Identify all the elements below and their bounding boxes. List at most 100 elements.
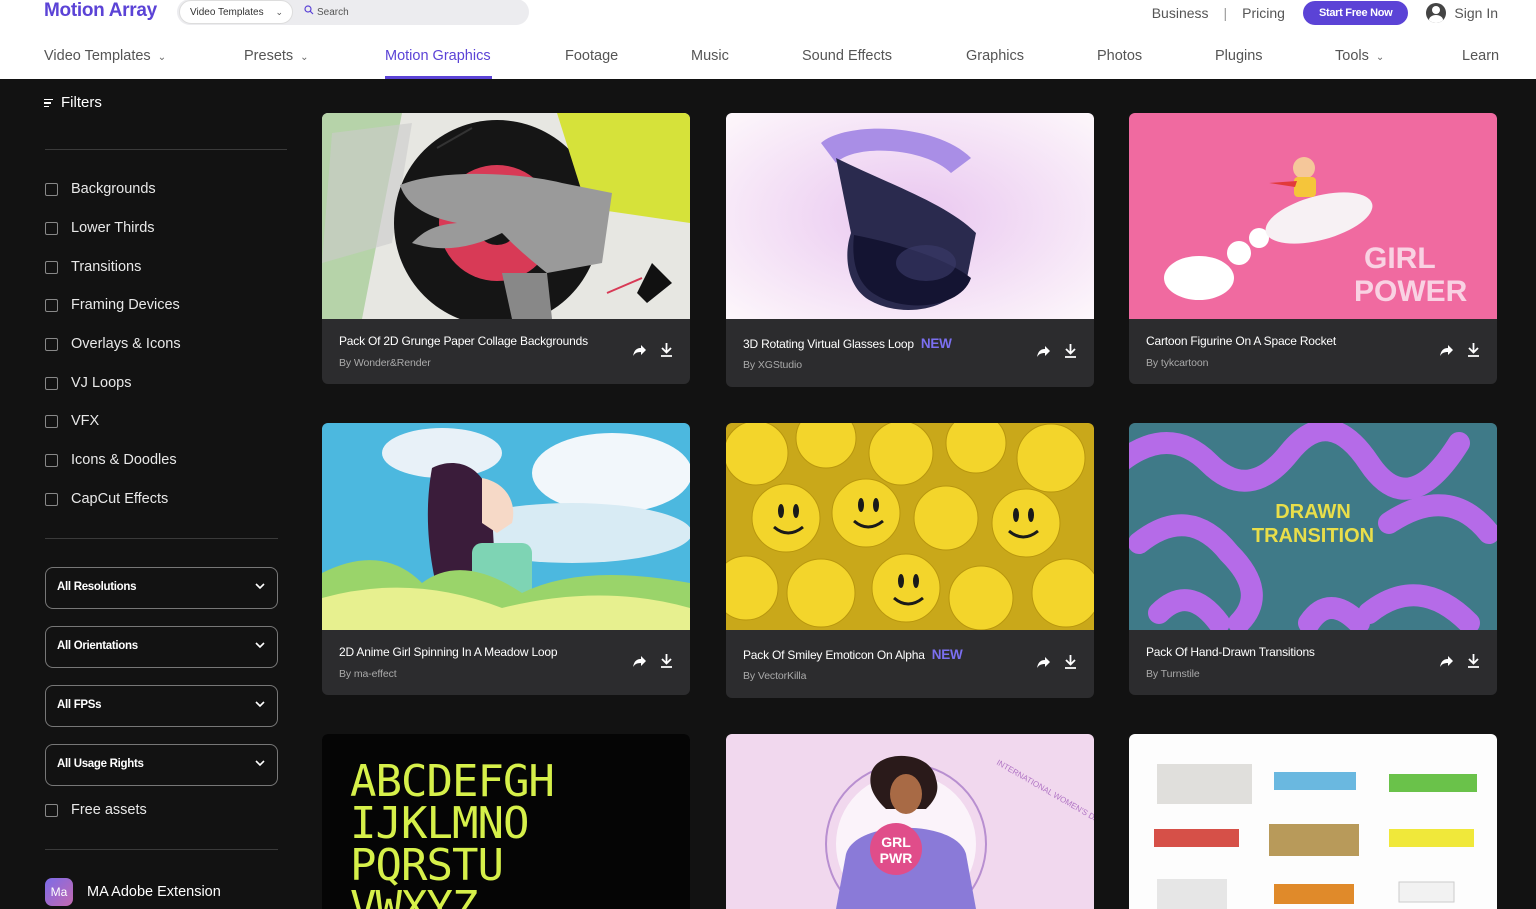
category-transitions[interactable]: Transitions (45, 259, 141, 275)
top-right-links: Business | Pricing Start Free Now Sign I… (1152, 0, 1498, 26)
checkbox[interactable] (45, 221, 58, 235)
chevron-down-icon (255, 701, 265, 708)
category-vfx[interactable]: VFX (45, 413, 99, 429)
nav-item-video-templates[interactable]: Video Templates ⌄ (44, 48, 166, 64)
card-author[interactable]: By Turnstile (1146, 668, 1200, 680)
card-title[interactable]: 2D Anime Girl Spinning In A Meadow Loop (339, 645, 558, 659)
card-author[interactable]: By tykcartoon (1146, 357, 1208, 369)
category-label: Backgrounds (71, 181, 156, 197)
asset-card[interactable]: Pack Of Smiley Emoticon On Alpha NEW By V… (726, 423, 1094, 698)
share-icon[interactable] (1036, 655, 1051, 670)
active-tab-indicator (385, 76, 492, 79)
nav-item-learn[interactable]: Learn (1462, 48, 1499, 64)
nav-item-plugins[interactable]: Plugins (1215, 48, 1263, 64)
checkbox[interactable] (45, 414, 58, 428)
asset-thumbnail[interactable]: ABCDEFGH IJKLMNO PQRSTU VWXYZ (322, 734, 690, 909)
asset-card[interactable]: GIRL POWER Cartoon Figurine On A Space R… (1129, 113, 1497, 384)
asset-thumbnail[interactable] (726, 423, 1094, 630)
pricing-link[interactable]: Pricing (1242, 5, 1285, 21)
asset-card[interactable]: ABCDEFGH IJKLMNO PQRSTU VWXYZ (322, 734, 690, 909)
download-icon[interactable] (1064, 654, 1077, 669)
asset-thumbnail[interactable] (726, 113, 1094, 319)
nav-item-presets[interactable]: Presets ⌄ (244, 48, 309, 64)
filters-heading[interactable]: Filters (44, 94, 102, 111)
chevron-down-icon (255, 583, 265, 590)
checkbox[interactable] (45, 260, 58, 274)
nav-item-tools[interactable]: Tools ⌄ (1335, 48, 1384, 64)
card-title[interactable]: Pack Of 2D Grunge Paper Collage Backgrou… (339, 334, 588, 348)
asset-thumbnail[interactable] (322, 113, 690, 319)
download-icon[interactable] (660, 342, 673, 357)
nav-label: Footage (565, 48, 619, 64)
select-label: All Resolutions (57, 581, 137, 593)
asset-thumbnail[interactable]: GRL PWR INTERNATIONAL WOMEN'S DAY (726, 734, 1094, 909)
card-title[interactable]: Pack Of Smiley Emoticon On Alpha NEW (743, 647, 963, 662)
orientation-select[interactable]: All Orientations (45, 626, 278, 668)
asset-card[interactable]: 2D Anime Girl Spinning In A Meadow Loop … (322, 423, 690, 695)
checkbox[interactable] (45, 376, 58, 390)
category-lower-thirds[interactable]: Lower Thirds (45, 220, 155, 236)
main-nav: Video Templates ⌄ Presets ⌄ Motion Graphic… (0, 44, 1536, 79)
nav-item-footage[interactable]: Footage (565, 48, 618, 64)
asset-thumbnail[interactable] (322, 423, 690, 630)
download-icon[interactable] (660, 653, 673, 668)
download-icon[interactable] (1064, 343, 1077, 358)
card-author[interactable]: By VectorKilla (743, 670, 806, 682)
fps-select[interactable]: All FPSs (45, 685, 278, 727)
nav-item-sound-effects[interactable]: Sound Effects (802, 48, 892, 64)
download-icon[interactable] (1467, 342, 1480, 357)
card-title[interactable]: Pack Of Hand-Drawn Transitions (1146, 645, 1315, 659)
checkbox[interactable] (45, 453, 58, 467)
free-assets-filter[interactable]: Free assets (45, 802, 147, 818)
category-capcut-effects[interactable]: CapCut Effects (45, 491, 168, 507)
share-icon[interactable] (1439, 654, 1454, 669)
business-link[interactable]: Business (1152, 5, 1209, 21)
checkbox[interactable] (45, 492, 58, 506)
category-icons-doodles[interactable]: Icons & Doodles (45, 452, 177, 468)
search-type-label: Video Templates (190, 7, 264, 18)
card-title[interactable]: 3D Rotating Virtual Glasses Loop NEW (743, 336, 952, 351)
category-vj-loops[interactable]: VJ Loops (45, 375, 131, 391)
asset-card[interactable]: 3D Rotating Virtual Glasses Loop NEW By X… (726, 113, 1094, 387)
sign-in-link[interactable]: Sign In (1426, 3, 1498, 23)
category-framing-devices[interactable]: Framing Devices (45, 297, 180, 313)
checkbox[interactable] (45, 298, 58, 312)
download-icon[interactable] (1467, 653, 1480, 668)
nav-item-graphics[interactable]: Graphics (966, 48, 1024, 64)
resolution-select[interactable]: All Resolutions (45, 567, 278, 609)
category-label: CapCut Effects (71, 491, 169, 507)
logo[interactable]: Motion Array (44, 0, 157, 22)
asset-thumbnail[interactable]: GIRL POWER (1129, 113, 1497, 319)
category-backgrounds[interactable]: Backgrounds (45, 181, 156, 197)
nav-item-photos[interactable]: Photos (1097, 48, 1142, 64)
share-icon[interactable] (1036, 344, 1051, 359)
top-header: Motion Array Video Templates ⌄ Business … (0, 0, 1536, 79)
card-author[interactable]: By ma-effect (339, 668, 397, 680)
share-icon[interactable] (632, 343, 647, 358)
asset-thumbnail[interactable]: DRAWN TRANSITION (1129, 423, 1497, 630)
asset-thumbnail[interactable] (1129, 734, 1497, 909)
nav-item-music[interactable]: Music (691, 48, 729, 64)
chevron-down-icon: ⌄ (157, 52, 167, 63)
category-overlays-icons[interactable]: Overlays & Icons (45, 336, 181, 352)
nav-item-motion-graphics[interactable]: Motion Graphics (385, 48, 491, 64)
asset-card[interactable]: GRL PWR INTERNATIONAL WOMEN'S DAY (726, 734, 1094, 909)
card-title[interactable]: Cartoon Figurine On A Space Rocket (1146, 334, 1336, 348)
thumb-text: GIRL (1364, 242, 1436, 275)
asset-card[interactable]: DRAWN TRANSITION Pack Of Hand-Drawn Tran… (1129, 423, 1497, 695)
checkbox[interactable] (45, 803, 58, 817)
link-separator: | (1223, 5, 1228, 21)
adobe-extension-link[interactable]: Ma MA Adobe Extension (45, 878, 221, 906)
card-author[interactable]: By XGStudio (743, 359, 802, 371)
usage-rights-select[interactable]: All Usage Rights (45, 744, 278, 786)
asset-card[interactable] (1129, 734, 1497, 909)
checkbox[interactable] (45, 182, 58, 196)
search-type-dropdown[interactable]: Video Templates ⌄ (179, 0, 293, 24)
search-input[interactable] (317, 3, 517, 21)
share-icon[interactable] (632, 654, 647, 669)
start-free-button[interactable]: Start Free Now (1302, 1, 1409, 25)
card-author[interactable]: By Wonder&Render (339, 357, 431, 369)
share-icon[interactable] (1439, 343, 1454, 358)
checkbox[interactable] (45, 337, 58, 351)
asset-card[interactable]: Pack Of 2D Grunge Paper Collage Backgrou… (322, 113, 690, 384)
